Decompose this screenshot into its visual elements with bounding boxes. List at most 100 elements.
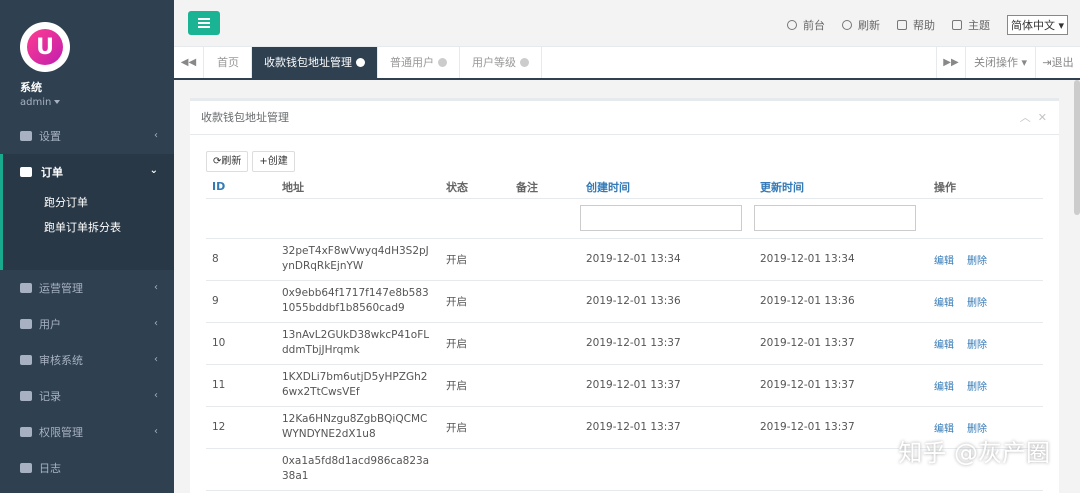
check-square-icon xyxy=(20,355,32,365)
sidebar-item-users[interactable]: 用户 ‹ xyxy=(0,306,174,342)
sidebar-item-settings[interactable]: 设置 ‹ xyxy=(0,118,174,154)
language-select[interactable]: 简体中文 ▾ xyxy=(1006,15,1068,35)
tab-normal-users[interactable]: 普通用户 xyxy=(378,47,460,78)
col-created[interactable]: 创建时间 xyxy=(580,176,754,199)
tab-scroll-left-button[interactable]: ◀◀ xyxy=(174,47,204,78)
sidebar-group-orders: 订单 ⌄ 跑分订单 跑单订单拆分表 xyxy=(0,154,174,270)
sidebar-item-label: 订单 xyxy=(41,166,63,179)
refresh-link[interactable]: 刷新 xyxy=(841,17,880,33)
row-id: 10 xyxy=(206,322,276,365)
close-operations-dropdown[interactable]: 关闭操作 ▾ xyxy=(965,47,1035,78)
edit-link[interactable]: 编辑 xyxy=(934,382,954,393)
close-icon[interactable] xyxy=(520,58,529,67)
brand-logo-icon: U xyxy=(27,29,63,65)
sidebar-item-records[interactable]: 记录 ‹ xyxy=(0,378,174,414)
row-remark xyxy=(510,406,580,449)
created-time-filter-input[interactable] xyxy=(580,205,742,231)
row-id: 8 xyxy=(206,238,276,281)
panel-title: 收款钱包地址管理 xyxy=(201,111,289,124)
refresh-icon xyxy=(841,20,852,30)
page-scrollbar[interactable] xyxy=(1074,80,1080,215)
tab-wallet-address[interactable]: 收款钱包地址管理 xyxy=(252,47,378,78)
row-status: 开启 xyxy=(440,406,510,449)
row-actions: 编辑 删除 xyxy=(928,322,1043,365)
delete-link[interactable]: 删除 xyxy=(967,340,987,351)
watermark: 知乎 @灰产圈 xyxy=(898,439,1050,467)
help-link-label: 帮助 xyxy=(912,19,935,32)
file-icon xyxy=(20,391,32,401)
tabs: 首页 收款钱包地址管理 普通用户 用户等级 xyxy=(205,47,542,78)
delete-link[interactable]: 删除 xyxy=(967,298,987,309)
filter-cell xyxy=(510,198,580,239)
edit-link[interactable]: 编辑 xyxy=(934,298,954,309)
refresh-button-label: 刷新 xyxy=(221,156,242,167)
create-button[interactable]: +创建 xyxy=(252,151,295,172)
col-updated[interactable]: 更新时间 xyxy=(754,176,928,199)
edit-link[interactable]: 编辑 xyxy=(934,256,954,267)
sign-out-icon: ⇥ xyxy=(1042,56,1052,69)
row-address: 32peT4xF8wVwyq4dH3S2pJynDRqRkEjnYW xyxy=(276,238,440,281)
tab-user-level[interactable]: 用户等级 xyxy=(460,47,542,78)
sidebar-item-logs[interactable]: 日志 xyxy=(0,450,174,486)
close-icon[interactable]: ✕ xyxy=(1038,111,1047,124)
close-icon[interactable] xyxy=(438,58,447,67)
filter-cell xyxy=(440,198,510,239)
row-actions: 编辑 删除 xyxy=(928,238,1043,281)
theme-link[interactable]: 主题 xyxy=(951,17,990,33)
table-row: 10 13nAvL2GUkD38wkcP41oFLddmTbjJHrqmk 开启 20… xyxy=(206,322,1043,365)
history-icon xyxy=(20,463,32,473)
tab-label: 用户等级 xyxy=(472,56,516,69)
users-icon xyxy=(20,319,32,329)
collapse-icon[interactable]: ︿ xyxy=(1020,111,1031,124)
row-updated: 2019-12-01 13:37 xyxy=(754,322,928,365)
row-remark xyxy=(510,280,580,323)
table-toolbar: ⟳刷新 +创建 xyxy=(206,151,295,172)
edit-link[interactable]: 编辑 xyxy=(934,340,954,351)
row-actions: 编辑 删除 xyxy=(928,280,1043,323)
sidebar-subitem-score-orders[interactable]: 跑分订单 xyxy=(3,190,174,215)
sidebar-subitem-order-split[interactable]: 跑单订单拆分表 xyxy=(3,215,174,240)
col-status: 状态 xyxy=(440,176,510,199)
close-icon[interactable] xyxy=(356,58,365,67)
tab-label: 普通用户 xyxy=(390,56,434,69)
chevron-left-icon: ‹ xyxy=(154,354,158,365)
help-link[interactable]: 帮助 xyxy=(896,17,935,33)
chevron-left-icon: ‹ xyxy=(154,282,158,293)
row-actions: 编辑 删除 xyxy=(928,364,1043,407)
sidebar-item-label: 日志 xyxy=(39,462,61,475)
close-operations-label: 关闭操作 xyxy=(973,56,1018,69)
globe-icon xyxy=(786,20,797,30)
create-button-label: 创建 xyxy=(267,156,288,167)
row-id: 9 xyxy=(206,280,276,323)
refresh-button[interactable]: ⟳刷新 xyxy=(206,151,249,172)
avatar[interactable]: U xyxy=(20,22,70,72)
logout-button[interactable]: ⇥退出 xyxy=(1035,47,1080,78)
hamburger-icon xyxy=(198,18,210,20)
panel-header: 收款钱包地址管理 ︿ ✕ xyxy=(190,101,1059,135)
tab-home[interactable]: 首页 xyxy=(205,47,252,78)
frontend-link[interactable]: 前台 xyxy=(786,17,825,33)
top-links: 前台 刷新 帮助 主题 简体中文 ▾ xyxy=(786,15,1068,35)
tab-label: 收款钱包地址管理 xyxy=(264,56,352,69)
sidebar-item-review[interactable]: 审核系统 ‹ xyxy=(0,342,174,378)
sidebar-item-operations[interactable]: 运营管理 ‹ xyxy=(0,270,174,306)
col-id[interactable]: ID xyxy=(206,176,276,199)
forward-icon: ▶▶ xyxy=(943,57,959,68)
tab-label: 首页 xyxy=(217,56,239,69)
sidebar-item-label: 审核系统 xyxy=(39,354,83,367)
user-role-dropdown[interactable]: admin xyxy=(20,97,174,108)
sidebar-item-permissions[interactable]: 权限管理 ‹ xyxy=(0,414,174,450)
updated-time-filter-input[interactable] xyxy=(754,205,916,231)
row-status: 开启 xyxy=(440,238,510,281)
delete-link[interactable]: 删除 xyxy=(967,382,987,393)
sidebar-item-orders[interactable]: 订单 ⌄ xyxy=(3,154,174,190)
row-updated: 2019-12-01 13:34 xyxy=(754,238,928,281)
row-status xyxy=(440,448,510,491)
menu-toggle-button[interactable] xyxy=(188,11,220,35)
table-row: 8 32peT4xF8wVwyq4dH3S2pJynDRqRkEjnYW 开启 201… xyxy=(206,238,1043,281)
tab-scroll-right-button[interactable]: ▶▶ xyxy=(936,47,965,78)
delete-link[interactable]: 删除 xyxy=(967,256,987,267)
sidebar-item-label: 用户 xyxy=(39,318,61,331)
top-bar: 前台 刷新 帮助 主题 简体中文 ▾ xyxy=(174,0,1080,47)
col-actions: 操作 xyxy=(928,176,1043,199)
